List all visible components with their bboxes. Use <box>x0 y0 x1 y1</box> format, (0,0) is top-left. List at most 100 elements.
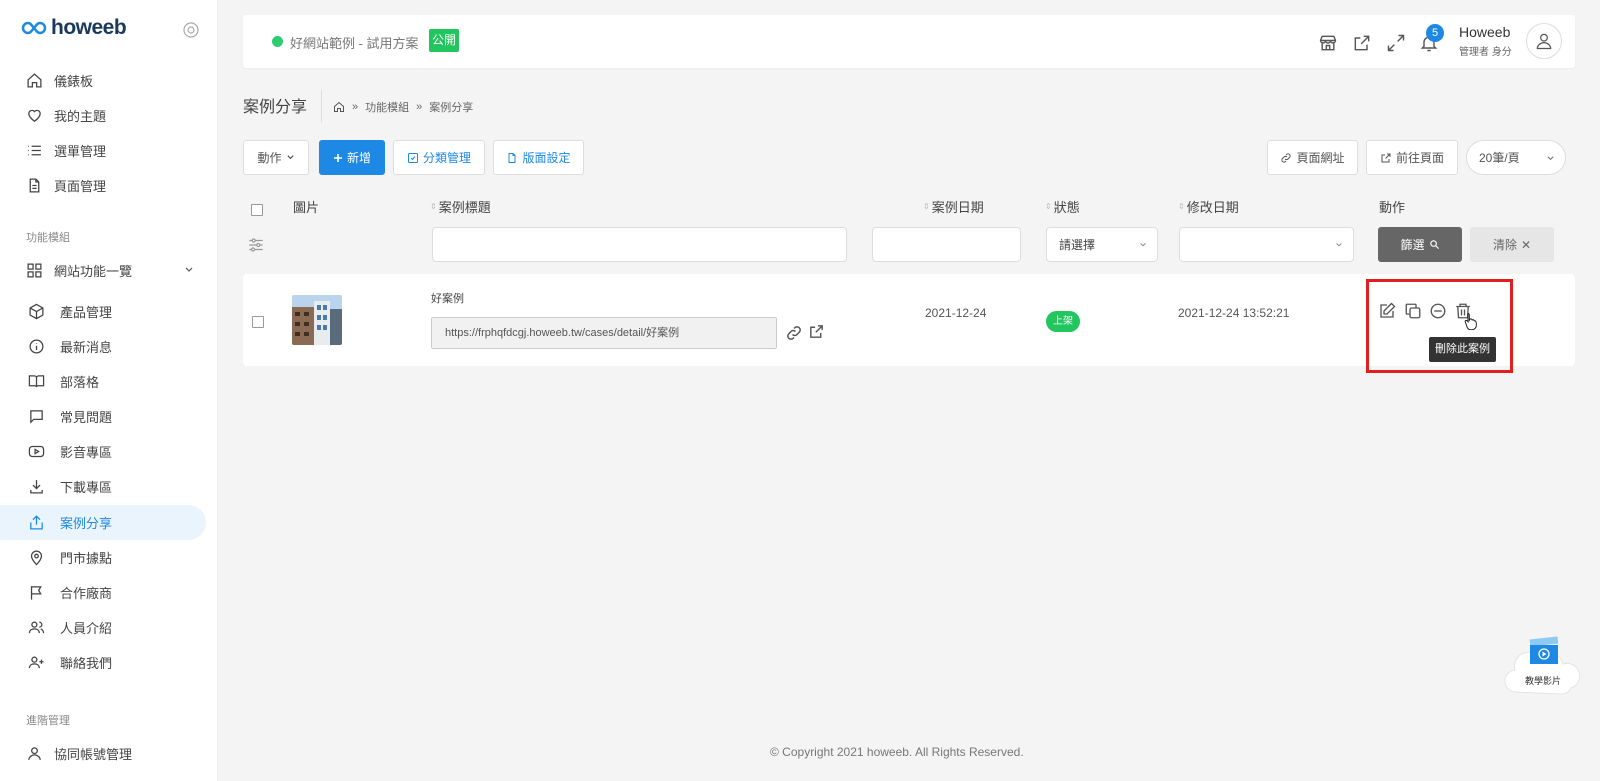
sidebar-item-products[interactable]: 產品管理 <box>0 294 206 329</box>
add-button[interactable]: 新增 <box>319 140 385 175</box>
share-icon <box>30 515 43 530</box>
row-checkbox[interactable] <box>252 316 264 328</box>
filter-settings-icon[interactable] <box>247 236 265 254</box>
sidebar-item-label: 產品管理 <box>60 305 113 320</box>
avatar[interactable] <box>1526 23 1562 59</box>
sidebar-item-label: 門市據點 <box>60 551 113 566</box>
delete-tooltip: 刪除此案例 <box>1429 337 1496 362</box>
heart-icon <box>28 109 41 122</box>
layout-settings-button[interactable]: 版面設定 <box>493 140 584 175</box>
case-url-field[interactable]: https://frphqfdcgj.howeeb.tw/cases/detai… <box>431 317 777 349</box>
sidebar-group-site-functions[interactable]: 網站功能一覽 <box>0 253 206 288</box>
column-header-actions: 動作 <box>1379 197 1405 216</box>
close-icon: ✕ <box>1520 237 1532 252</box>
category-management-button[interactable]: 分類管理 <box>393 140 485 175</box>
flag-icon <box>30 586 42 600</box>
column-header-title[interactable]: ⇕ 案例標題 <box>430 197 491 216</box>
notification-count-badge: 5 <box>1426 24 1444 42</box>
sidebar-item-blog[interactable]: 部落格 <box>0 364 206 399</box>
select-all-checkbox[interactable] <box>251 204 263 216</box>
user-role: 管理者 身分 <box>1459 47 1512 58</box>
chat-icon <box>30 410 43 424</box>
site-status-dot <box>272 36 283 47</box>
column-header-modified[interactable]: ⇕ 修改日期 <box>1178 197 1239 216</box>
sidebar-item-accounts[interactable]: 協同帳號管理 <box>0 736 206 771</box>
date-filter-input[interactable] <box>872 227 1021 262</box>
sidebar-item-label: 最新消息 <box>60 340 113 355</box>
sidebar-item-cases[interactable]: 案例分享 <box>0 505 206 540</box>
box-icon <box>29 303 44 320</box>
grid-icon <box>27 263 42 278</box>
home-icon[interactable] <box>333 101 345 113</box>
per-page-select[interactable]: 20筆/頁 <box>1466 140 1566 175</box>
column-header-status[interactable]: ⇕ 狀態 <box>1045 197 1080 216</box>
sidebar-item-label: 我的主題 <box>54 109 107 124</box>
search-icon <box>1429 240 1439 250</box>
breadcrumb-separator: » <box>352 101 359 113</box>
action-dropdown-button[interactable]: 動作 <box>243 140 309 175</box>
filter-label: 篩選 <box>1400 238 1425 252</box>
sidebar-item-stores[interactable]: 門市據點 <box>0 540 206 575</box>
per-page-value: 20筆/頁 <box>1479 151 1520 165</box>
video-clapper-icon <box>1529 636 1559 664</box>
sidebar-item-faq[interactable]: 常見問題 <box>0 399 206 434</box>
sidebar-item-dashboard[interactable]: 儀錶板 <box>0 63 206 98</box>
user-icon <box>1536 33 1552 50</box>
sidebar-toggle-icon[interactable] <box>183 22 199 38</box>
sort-icon: ⇕ <box>1178 201 1185 211</box>
fullscreen-icon[interactable] <box>1386 33 1406 53</box>
column-header-label: 狀態 <box>1053 200 1080 215</box>
column-header-label: 案例標題 <box>438 200 491 215</box>
checkbox-icon <box>407 152 418 163</box>
breadcrumb-item[interactable]: 功能模組 <box>365 99 409 115</box>
status-filter-select[interactable]: 請選擇 <box>1046 227 1158 262</box>
section-label-modules: 功能模組 <box>26 232 70 244</box>
sidebar-item-partners[interactable]: 合作廠商 <box>0 575 206 610</box>
breadcrumb-item: 案例分享 <box>429 102 474 114</box>
logo[interactable]: howeeb <box>21 16 127 40</box>
chevron-down-icon <box>1140 243 1146 247</box>
sidebar-item-label: 部落格 <box>60 375 100 390</box>
column-header-label: 動作 <box>1379 200 1406 215</box>
layout-label: 版面設定 <box>522 151 571 165</box>
sidebar-item-menus[interactable]: 選單管理 <box>0 133 206 168</box>
modified-date-filter-select[interactable] <box>1179 227 1354 262</box>
sidebar-item-label: 案例分享 <box>60 516 113 531</box>
filter-button[interactable]: 篩選 <box>1378 227 1462 262</box>
breadcrumb-separator: » <box>416 101 423 113</box>
goto-page-button[interactable]: 前往頁面 <box>1366 140 1458 175</box>
store-icon[interactable] <box>1318 33 1338 53</box>
tutorial-video-button[interactable]: 教學影片 <box>1503 634 1583 700</box>
status-badge[interactable]: 上架 <box>1046 311 1080 332</box>
sidebar-item-pages[interactable]: 頁面管理 <box>0 168 206 203</box>
column-header-date[interactable]: ⇕ 案例日期 <box>923 197 984 216</box>
document-icon <box>29 178 40 193</box>
sidebar-item-staff[interactable]: 人員介紹 <box>0 610 206 645</box>
link-icon <box>1281 152 1292 163</box>
clear-button[interactable]: 清除 ✕ <box>1470 227 1554 262</box>
title-filter-input[interactable] <box>432 227 847 262</box>
chevron-down-icon <box>286 155 294 160</box>
sidebar-item-label: 常見問題 <box>60 410 113 425</box>
external-link-icon <box>1381 153 1391 162</box>
sidebar-item-videos[interactable]: 影音專區 <box>0 434 206 469</box>
sidebar-item-label: 影音專區 <box>60 445 113 460</box>
page-url-button[interactable]: 頁面網址 <box>1267 140 1358 175</box>
sidebar-item-themes[interactable]: 我的主題 <box>0 98 206 133</box>
footer-copyright: © Copyright 2021 howeeb. All Rights Rese… <box>770 745 1024 759</box>
copy-link-icon[interactable] <box>785 324 803 342</box>
chevron-down-icon <box>1336 243 1342 247</box>
sidebar: howeeb 儀錶板 我的主題 選單管理 頁面管理 功能模組 網站功能一覽 產品… <box>0 0 218 781</box>
sort-icon: ⇕ <box>1045 201 1052 211</box>
case-thumbnail-image[interactable] <box>292 295 342 345</box>
site-name: 好網站範例 - 試用方案 <box>290 36 419 51</box>
sidebar-item-contact[interactable]: 聯絡我們 <box>0 645 206 680</box>
open-link-icon[interactable] <box>808 323 826 341</box>
sidebar-item-downloads[interactable]: 下載專區 <box>0 469 206 504</box>
sidebar-item-news[interactable]: 最新消息 <box>0 329 206 364</box>
user-icon <box>28 747 41 760</box>
users-icon <box>28 621 45 634</box>
page-title: 案例分享 <box>243 99 308 116</box>
sidebar-item-label: 網站功能一覽 <box>54 264 133 279</box>
external-link-icon[interactable] <box>1352 33 1372 53</box>
